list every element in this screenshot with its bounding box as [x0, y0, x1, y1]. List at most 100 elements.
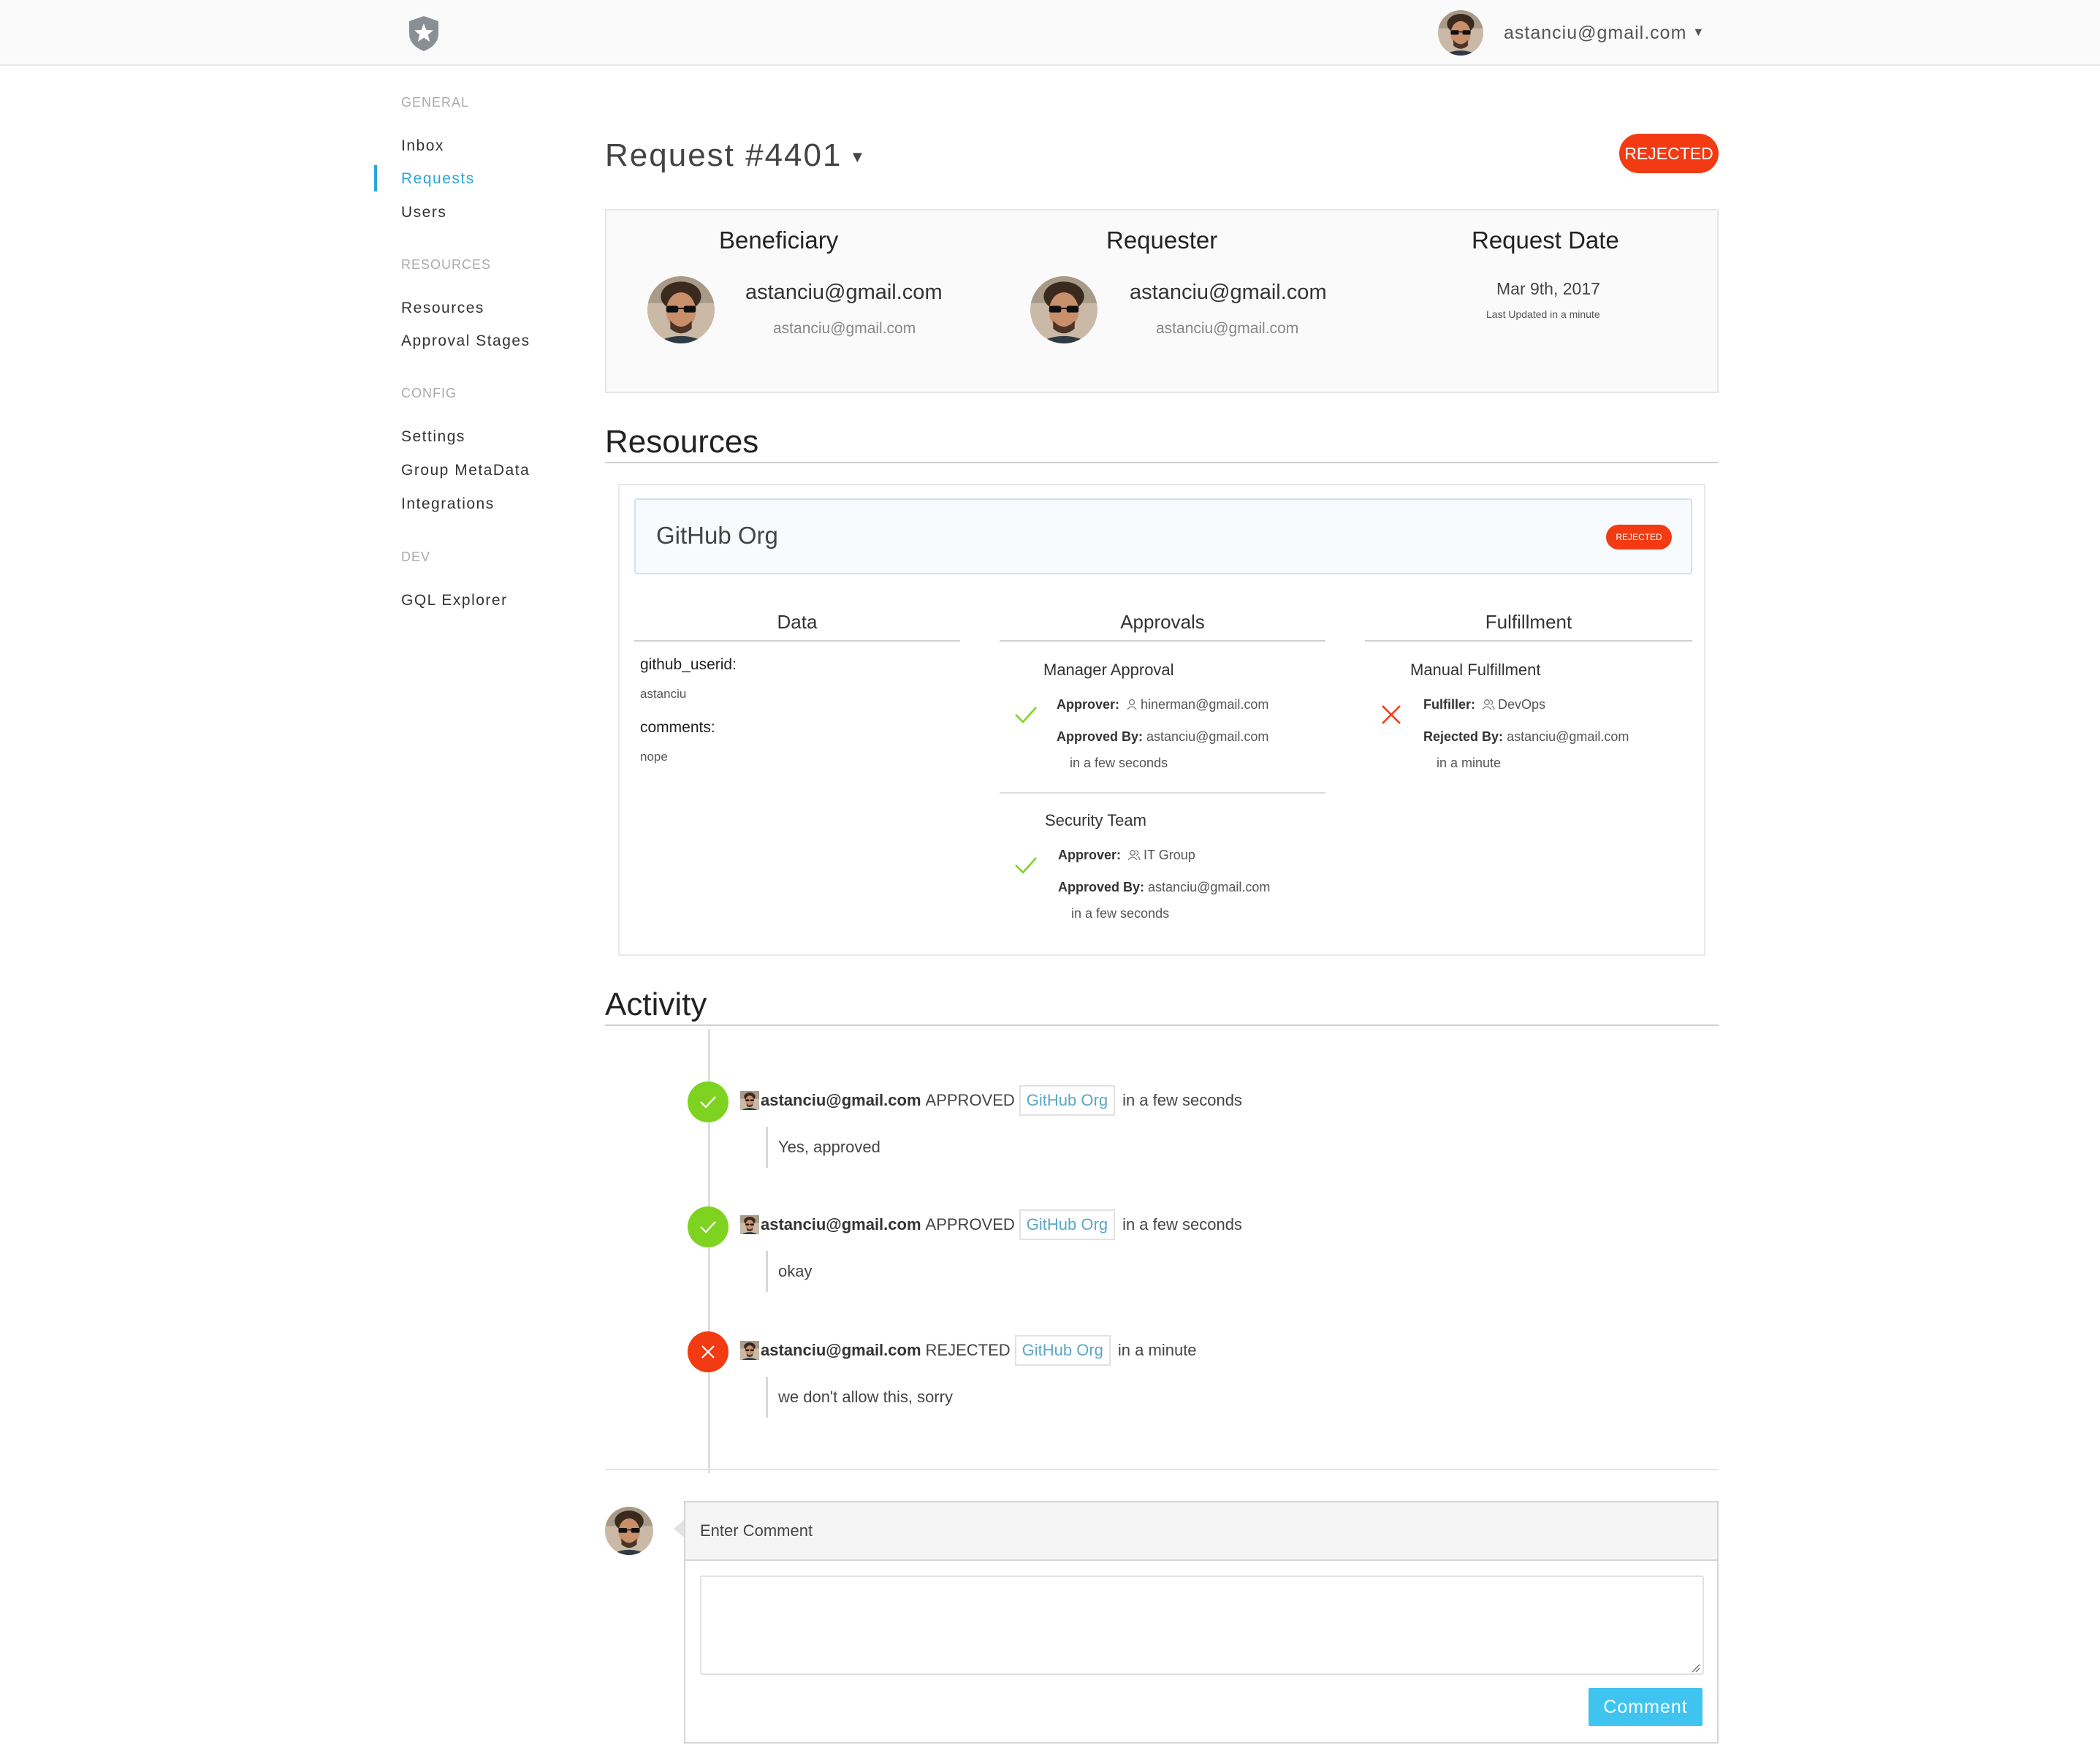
- user-email: astanciu@gmail.com: [1504, 22, 1687, 43]
- sidebar-item-integrations[interactable]: Integrations: [401, 495, 495, 513]
- avatar: [605, 1507, 653, 1555]
- avatar: [740, 1091, 759, 1110]
- approver-line: Approver: IT Group: [1058, 848, 1195, 863]
- fulfillment-column-heading: Fulfillment: [1485, 611, 1572, 633]
- request-summary: Beneficiary astanciu@gmail.com astanciu@…: [605, 209, 1719, 393]
- data-value-github-userid: astanciu: [640, 687, 687, 701]
- activity-user[interactable]: astanciu@gmail.com: [761, 1341, 921, 1360]
- approver-line: Approver: hinerman@gmail.com: [1057, 697, 1268, 712]
- sidebar-item-group-metadata[interactable]: Group MetaData: [401, 462, 530, 479]
- check-circle-icon: [688, 1081, 728, 1122]
- activity-comment: Yes, approved: [766, 1127, 880, 1168]
- approval-title: Manager Approval: [1043, 661, 1174, 679]
- top-bar: astanciu@gmail.com ▼: [0, 0, 2100, 66]
- group-icon: [1127, 849, 1141, 861]
- activity-action: APPROVED: [925, 1091, 1015, 1109]
- user-menu[interactable]: astanciu@gmail.com ▼: [1438, 10, 1704, 56]
- activity-action: REJECTED: [925, 1341, 1011, 1359]
- x-icon: [1382, 705, 1401, 724]
- data-value-comments: nope: [640, 750, 668, 764]
- sidebar-item-resources[interactable]: Resources: [401, 300, 484, 317]
- rejected-by-label: Rejected By:: [1423, 729, 1504, 744]
- speech-arrow: [674, 1520, 684, 1537]
- activity-action: APPROVED: [925, 1215, 1015, 1233]
- chevron-down-icon[interactable]: ▼: [849, 148, 867, 166]
- divider: [1365, 640, 1692, 642]
- activity-item: astanciu@gmail.com APPROVED GitHub Org i…: [740, 1084, 1242, 1117]
- approval-title: Security Team: [1045, 811, 1146, 829]
- data-key-github-userid: github_userid:: [640, 656, 737, 673]
- sidebar-item-settings[interactable]: Settings: [401, 428, 465, 446]
- rejected-by-value: astanciu@gmail.com: [1507, 729, 1629, 744]
- activity-resource-link[interactable]: GitHub Org: [1019, 1209, 1116, 1240]
- divider: [1000, 792, 1325, 794]
- comment-button[interactable]: Comment: [1589, 1688, 1703, 1726]
- sidebar-section-dev: DEV: [401, 550, 431, 564]
- activity-comment: okay: [766, 1251, 812, 1292]
- sidebar-section-config: CONFIG: [401, 386, 457, 400]
- approver-label: Approver:: [1058, 848, 1122, 862]
- x-circle-icon: [688, 1331, 728, 1372]
- approved-by-value: astanciu@gmail.com: [1148, 880, 1271, 894]
- beneficiary-name: astanciu@gmail.com: [745, 281, 943, 304]
- approved-by-line: Approved By: astanciu@gmail.com: [1058, 880, 1270, 895]
- comment-form-header: Enter Comment: [685, 1502, 1717, 1561]
- page-title[interactable]: Request #4401 ▼: [605, 137, 867, 174]
- sidebar-item-requests[interactable]: Requests: [401, 170, 475, 188]
- activity-user[interactable]: astanciu@gmail.com: [761, 1091, 921, 1110]
- sidebar-item-inbox[interactable]: Inbox: [401, 137, 444, 155]
- chevron-down-icon: ▼: [1692, 26, 1705, 39]
- request-date-heading: Request Date: [1472, 227, 1619, 254]
- shield-star-icon[interactable]: [406, 15, 441, 53]
- activity-time: in a minute: [1117, 1341, 1197, 1359]
- data-key-comments: comments:: [640, 719, 715, 736]
- active-indicator: [374, 165, 377, 191]
- data-column-heading: Data: [777, 611, 818, 633]
- activity-resource-link[interactable]: GitHub Org: [1019, 1085, 1116, 1116]
- requester-avatar: [1030, 276, 1097, 343]
- last-updated: Last Updated in a minute: [1486, 308, 1600, 320]
- requester-heading: Requester: [1106, 227, 1218, 254]
- sidebar-item-users[interactable]: Users: [401, 204, 446, 221]
- approver-value: IT Group: [1144, 848, 1195, 862]
- requester-name: astanciu@gmail.com: [1130, 281, 1327, 304]
- fulfiller-label: Fulfiller:: [1423, 697, 1475, 712]
- avatar: [740, 1341, 759, 1360]
- divider: [605, 1469, 1719, 1470]
- divider: [1000, 640, 1325, 642]
- approved-by-label: Approved By:: [1058, 880, 1145, 894]
- sidebar-section-resources: RESOURCES: [401, 257, 492, 272]
- activity-comment: we don't allow this, sorry: [766, 1377, 953, 1418]
- request-date: Mar 9th, 2017: [1496, 279, 1600, 298]
- fulfiller-value: DevOps: [1498, 697, 1546, 712]
- requester-email: astanciu@gmail.com: [1156, 320, 1299, 337]
- activity-item: astanciu@gmail.com REJECTED GitHub Org i…: [740, 1334, 1197, 1366]
- request-title: Request #4401: [605, 137, 842, 173]
- status-badge: REJECTED: [1619, 134, 1719, 173]
- approvals-column-heading: Approvals: [1120, 611, 1205, 633]
- comment-form: Enter Comment Comment: [684, 1501, 1719, 1744]
- approved-by-label: Approved By:: [1057, 729, 1144, 744]
- activity-user[interactable]: astanciu@gmail.com: [761, 1215, 921, 1234]
- sidebar-item-gql-explorer[interactable]: GQL Explorer: [401, 592, 508, 609]
- resource-header[interactable]: GitHub Org REJECTED: [634, 498, 1692, 574]
- resource-card: GitHub Org REJECTED Data Approvals Fulfi…: [618, 484, 1705, 956]
- beneficiary-heading: Beneficiary: [719, 227, 839, 254]
- avatar: [1438, 10, 1483, 56]
- resize-handle-icon[interactable]: [1689, 1662, 1701, 1673]
- activity-time: in a few seconds: [1122, 1215, 1242, 1233]
- fulfillment-title: Manual Fulfillment: [1410, 661, 1541, 679]
- beneficiary-email: astanciu@gmail.com: [773, 320, 916, 337]
- approval-time: in a few seconds: [1071, 906, 1170, 921]
- user-icon: [1126, 699, 1138, 710]
- activity-heading: Activity: [605, 986, 707, 1022]
- check-circle-icon: [688, 1206, 728, 1247]
- sidebar-item-approval-stages[interactable]: Approval Stages: [401, 332, 530, 350]
- activity-resource-link[interactable]: GitHub Org: [1014, 1335, 1111, 1366]
- beneficiary-avatar: [647, 276, 715, 343]
- approved-by-line: Approved By: astanciu@gmail.com: [1057, 729, 1268, 745]
- check-icon: [1015, 707, 1037, 723]
- comment-input[interactable]: [700, 1575, 1704, 1675]
- approval-time: in a few seconds: [1070, 756, 1168, 770]
- rejected-by-line: Rejected By: astanciu@gmail.com: [1423, 729, 1629, 745]
